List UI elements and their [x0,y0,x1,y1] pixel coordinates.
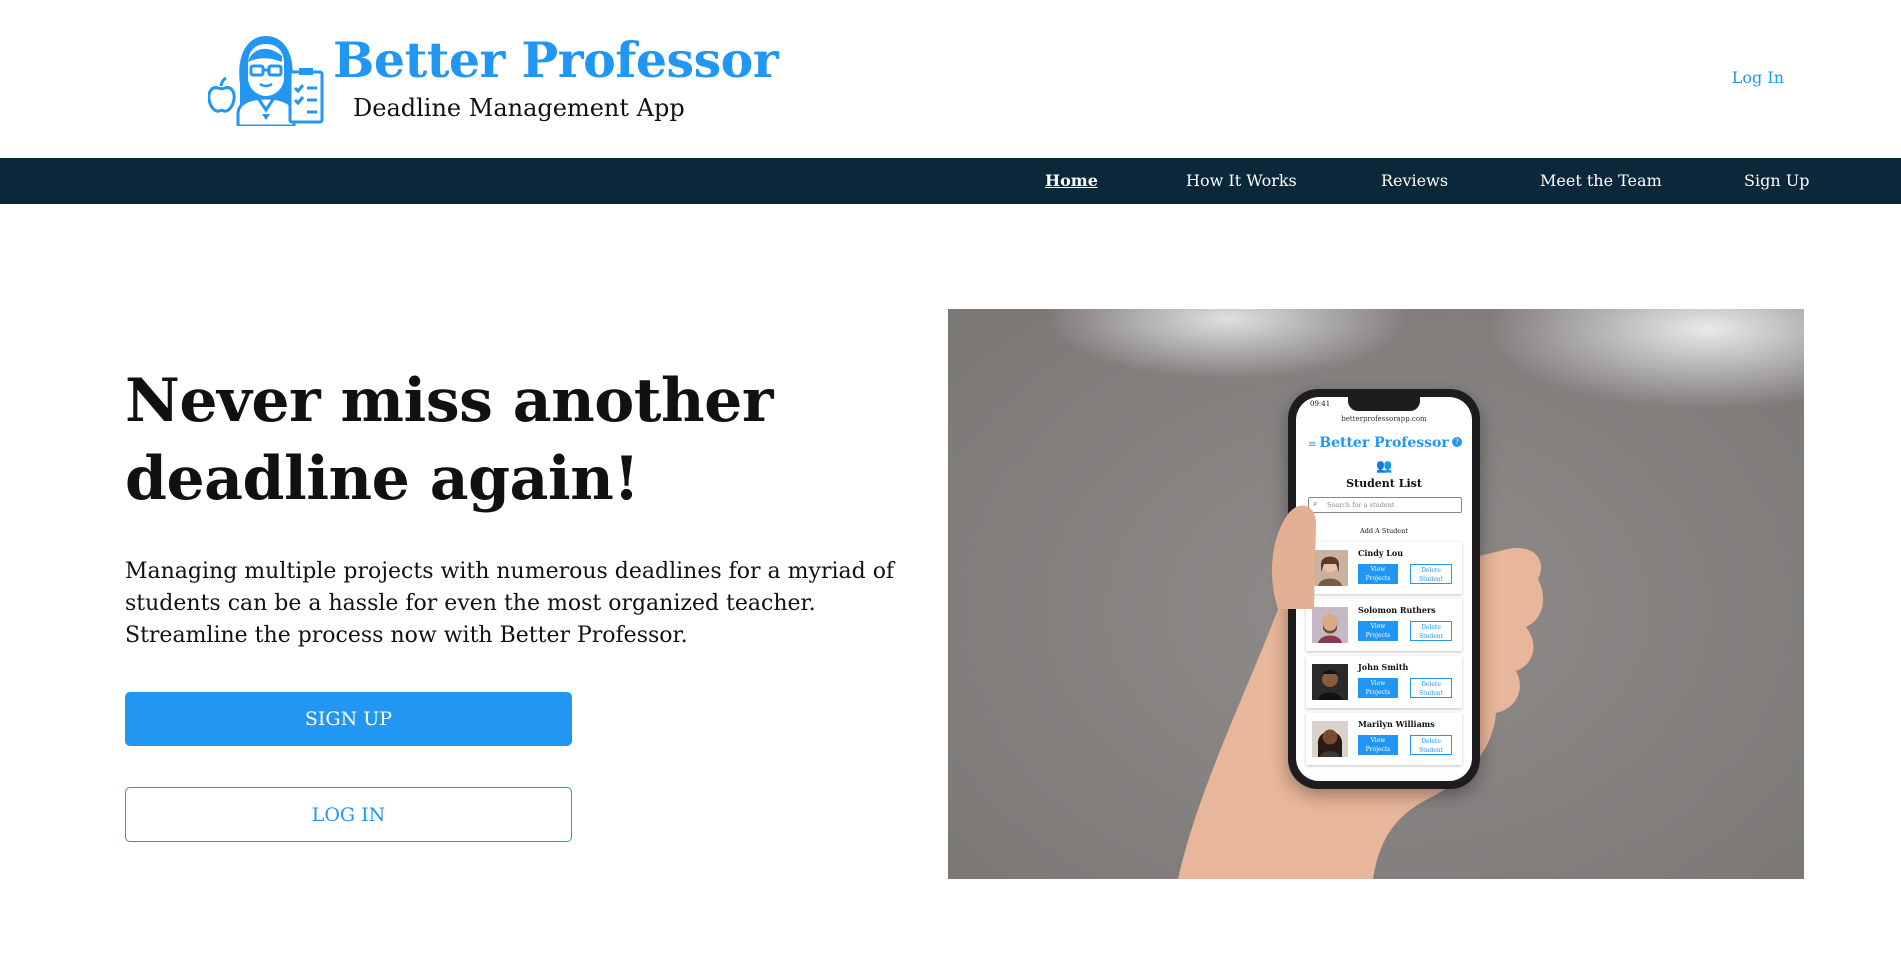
signup-button[interactable]: SIGN UP [125,692,572,746]
nav-item-meet-the-team[interactable]: Meet the Team [1540,158,1662,204]
hero-description: Managing multiple projects with numerous… [125,559,895,648]
professor-logo-icon [208,36,324,126]
hero-image: 09:41 betterprofessorapp.com ≡ Better Pr… [948,309,1804,879]
nav-item-reviews[interactable]: Reviews [1381,158,1448,204]
site-header: Better Professor Deadline Management App… [0,0,1901,158]
main-nav: Home How It Works Reviews Meet the Team … [0,158,1901,204]
brand-subtitle: Deadline Management App [353,94,685,122]
login-button[interactable]: LOG IN [125,787,572,842]
nav-item-sign-up[interactable]: Sign Up [1744,158,1809,204]
thumb-illustration [1272,505,1316,609]
header-login-link[interactable]: Log In [1732,68,1784,87]
nav-item-how-it-works[interactable]: How It Works [1186,158,1297,204]
hero-title: Never miss another deadline again! [125,366,773,514]
brand-title: Better Professor [333,31,779,89]
nav-item-home[interactable]: Home [1045,158,1098,204]
logo[interactable]: Better Professor Deadline Management App [208,30,779,130]
